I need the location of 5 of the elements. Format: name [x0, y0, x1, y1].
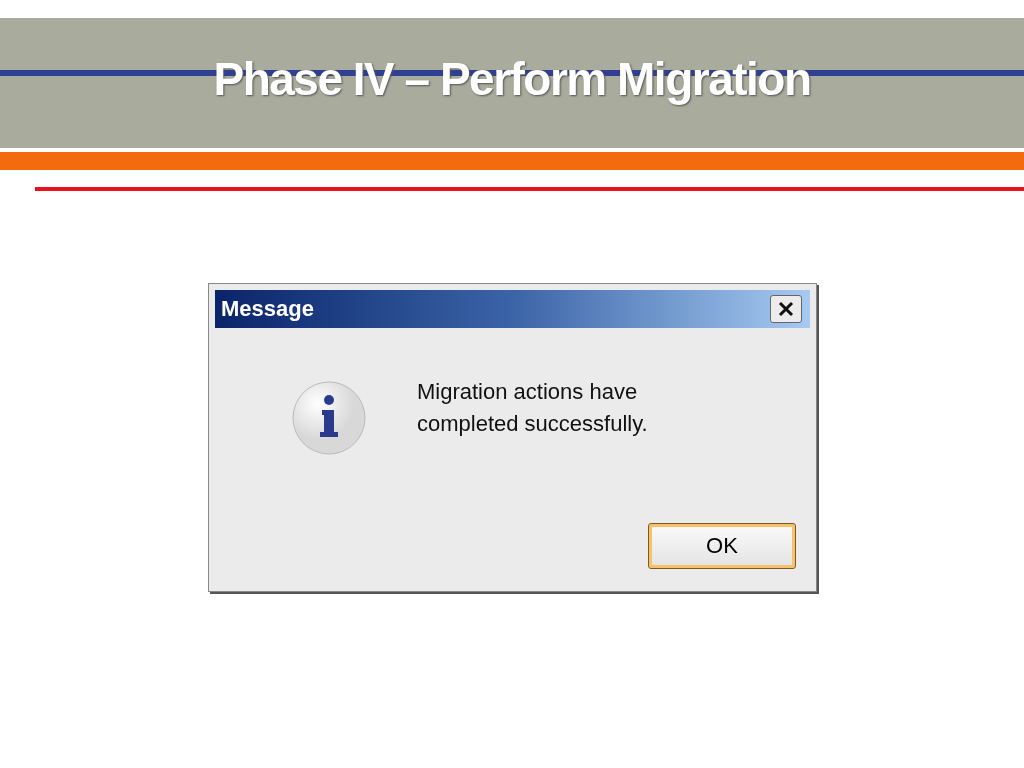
- message-text: Migration actions have completed successfully.: [417, 378, 649, 438]
- close-button[interactable]: [770, 295, 802, 323]
- dialog-title: Message: [221, 296, 314, 322]
- close-icon: [778, 301, 794, 317]
- ok-button[interactable]: OK: [648, 523, 796, 569]
